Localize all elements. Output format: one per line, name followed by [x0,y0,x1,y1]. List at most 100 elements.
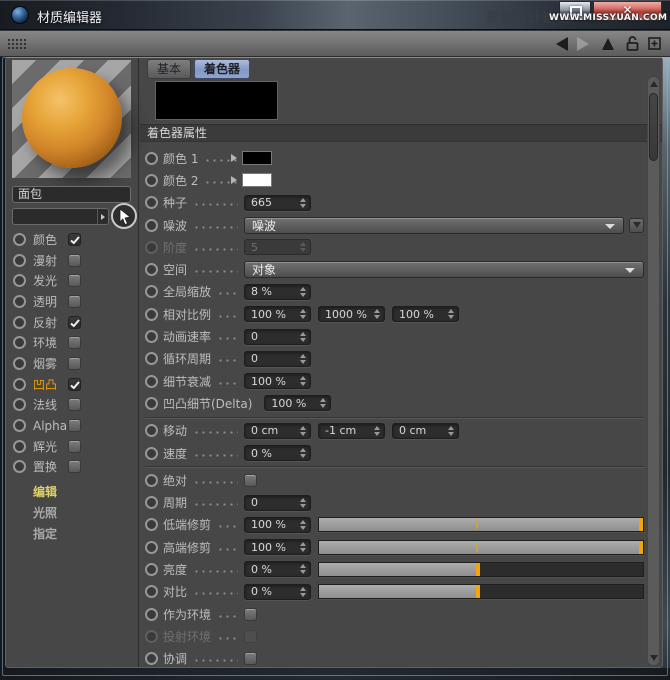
spinner-arrows-icon[interactable] [374,426,380,436]
material-preview[interactable] [12,60,131,178]
number-spinner[interactable]: 0 cm [392,423,459,439]
slider-track[interactable] [318,562,644,577]
shader-preview-swatch[interactable] [155,81,278,120]
channel-label[interactable]: 发光 [33,272,68,289]
forward-arrow-icon[interactable] [577,37,589,51]
spinner-arrows-icon[interactable] [300,287,306,297]
expand-arrow-icon[interactable] [231,154,237,162]
spinner-arrows-icon[interactable] [300,498,306,508]
spinner-arrows-icon[interactable] [300,564,306,574]
expand-arrow-icon[interactable] [231,176,237,184]
spinner-arrows-icon[interactable] [448,309,454,319]
option-circle-icon[interactable] [145,518,158,531]
add-box-icon[interactable] [648,37,661,50]
number-spinner[interactable]: 100 % [392,306,459,322]
option-circle-icon[interactable] [145,375,158,388]
number-spinner[interactable]: 0 % [244,561,311,577]
number-spinner[interactable]: 0 [244,351,311,367]
number-spinner[interactable]: 0 % [244,445,311,461]
option-circle-icon[interactable] [145,424,158,437]
option-circle-icon[interactable] [145,330,158,343]
channel-checkbox[interactable] [68,419,81,432]
channel-circle-icon[interactable] [13,336,26,349]
number-spinner[interactable]: 100 % [244,539,311,555]
slider-track[interactable] [318,517,644,532]
spinner-arrows-icon[interactable] [300,376,306,386]
pick-material-button[interactable] [111,203,137,229]
channel-checkbox[interactable] [68,378,81,391]
option-circle-icon[interactable] [145,352,158,365]
spinner-arrows-icon[interactable] [300,542,306,552]
dropdown-select[interactable]: 对象 [244,261,644,278]
noise-preview-button[interactable] [629,218,644,233]
number-spinner[interactable]: 1000 % [318,306,385,322]
channel-circle-icon[interactable] [13,295,26,308]
scrollbar-down-icon[interactable] [650,655,658,661]
lock-icon[interactable] [626,36,639,51]
checkbox[interactable] [244,474,257,487]
spinner-arrows-icon[interactable] [374,309,380,319]
channel-label[interactable]: 透明 [33,293,68,310]
sidebar-page-item[interactable]: 指定 [6,523,138,544]
option-circle-icon[interactable] [145,397,158,410]
option-circle-icon[interactable] [145,474,158,487]
channel-label[interactable]: 辉光 [33,438,68,455]
spinner-arrows-icon[interactable] [300,426,306,436]
spinner-arrows-icon[interactable] [300,587,306,597]
number-spinner[interactable]: 5 [244,239,311,255]
channel-circle-icon[interactable] [13,419,26,432]
spinner-arrows-icon[interactable] [320,398,326,408]
option-circle-icon[interactable] [145,652,158,665]
number-spinner[interactable]: 0 [244,329,311,345]
slider-handle[interactable] [476,563,480,576]
channel-label[interactable]: 漫射 [33,252,68,269]
channel-label[interactable]: 凹凸 [33,376,68,393]
channel-label[interactable]: 反射 [33,314,68,331]
channel-checkbox[interactable] [68,274,81,287]
dropdown-select[interactable]: 噪波 [244,217,624,234]
option-circle-icon[interactable] [145,630,158,643]
option-circle-icon[interactable] [145,585,158,598]
slider-handle[interactable] [639,518,643,531]
option-circle-icon[interactable] [145,308,158,321]
option-circle-icon[interactable] [145,174,158,187]
number-spinner[interactable]: 100 % [244,517,311,533]
channel-checkbox[interactable] [68,357,81,370]
channel-checkbox[interactable] [68,295,81,308]
channel-circle-icon[interactable] [13,398,26,411]
material-name-input[interactable]: 面包 [12,186,131,203]
sidebar-page-item[interactable]: 光照 [6,502,138,523]
up-arrow-icon[interactable] [602,38,614,50]
number-spinner[interactable]: 8 % [244,284,311,300]
back-arrow-icon[interactable] [556,37,568,51]
channel-label[interactable]: 置换 [33,458,68,475]
option-circle-icon[interactable] [145,563,158,576]
color-swatch[interactable] [242,151,272,165]
channel-checkbox[interactable] [68,316,81,329]
slider-handle[interactable] [639,541,643,554]
channel-circle-icon[interactable] [13,254,26,267]
spinner-arrows-icon[interactable] [300,198,306,208]
spinner-arrows-icon[interactable] [300,309,306,319]
vertical-scrollbar[interactable] [647,76,660,666]
option-circle-icon[interactable] [145,447,158,460]
number-spinner[interactable]: 100 % [244,306,311,322]
option-circle-icon[interactable] [145,541,158,554]
number-spinner[interactable]: 665 [244,195,311,211]
color-swatch[interactable] [242,173,272,187]
sidebar-page-item[interactable]: 编辑 [6,481,138,502]
channel-label[interactable]: Alpha [33,419,68,433]
channel-label[interactable]: 烟雾 [33,355,68,372]
channel-checkbox[interactable] [68,233,81,246]
channel-checkbox[interactable] [68,460,81,473]
option-circle-icon[interactable] [145,152,158,165]
drag-grip-icon[interactable] [7,38,26,51]
channel-checkbox[interactable] [68,254,81,267]
spinner-arrows-icon[interactable] [300,332,306,342]
channel-label[interactable]: 环境 [33,334,68,351]
channel-circle-icon[interactable] [13,274,26,287]
channel-checkbox[interactable] [68,398,81,411]
spinner-arrows-icon[interactable] [448,426,454,436]
slider-handle[interactable] [476,585,480,598]
combo-arrow-button[interactable] [97,209,108,224]
